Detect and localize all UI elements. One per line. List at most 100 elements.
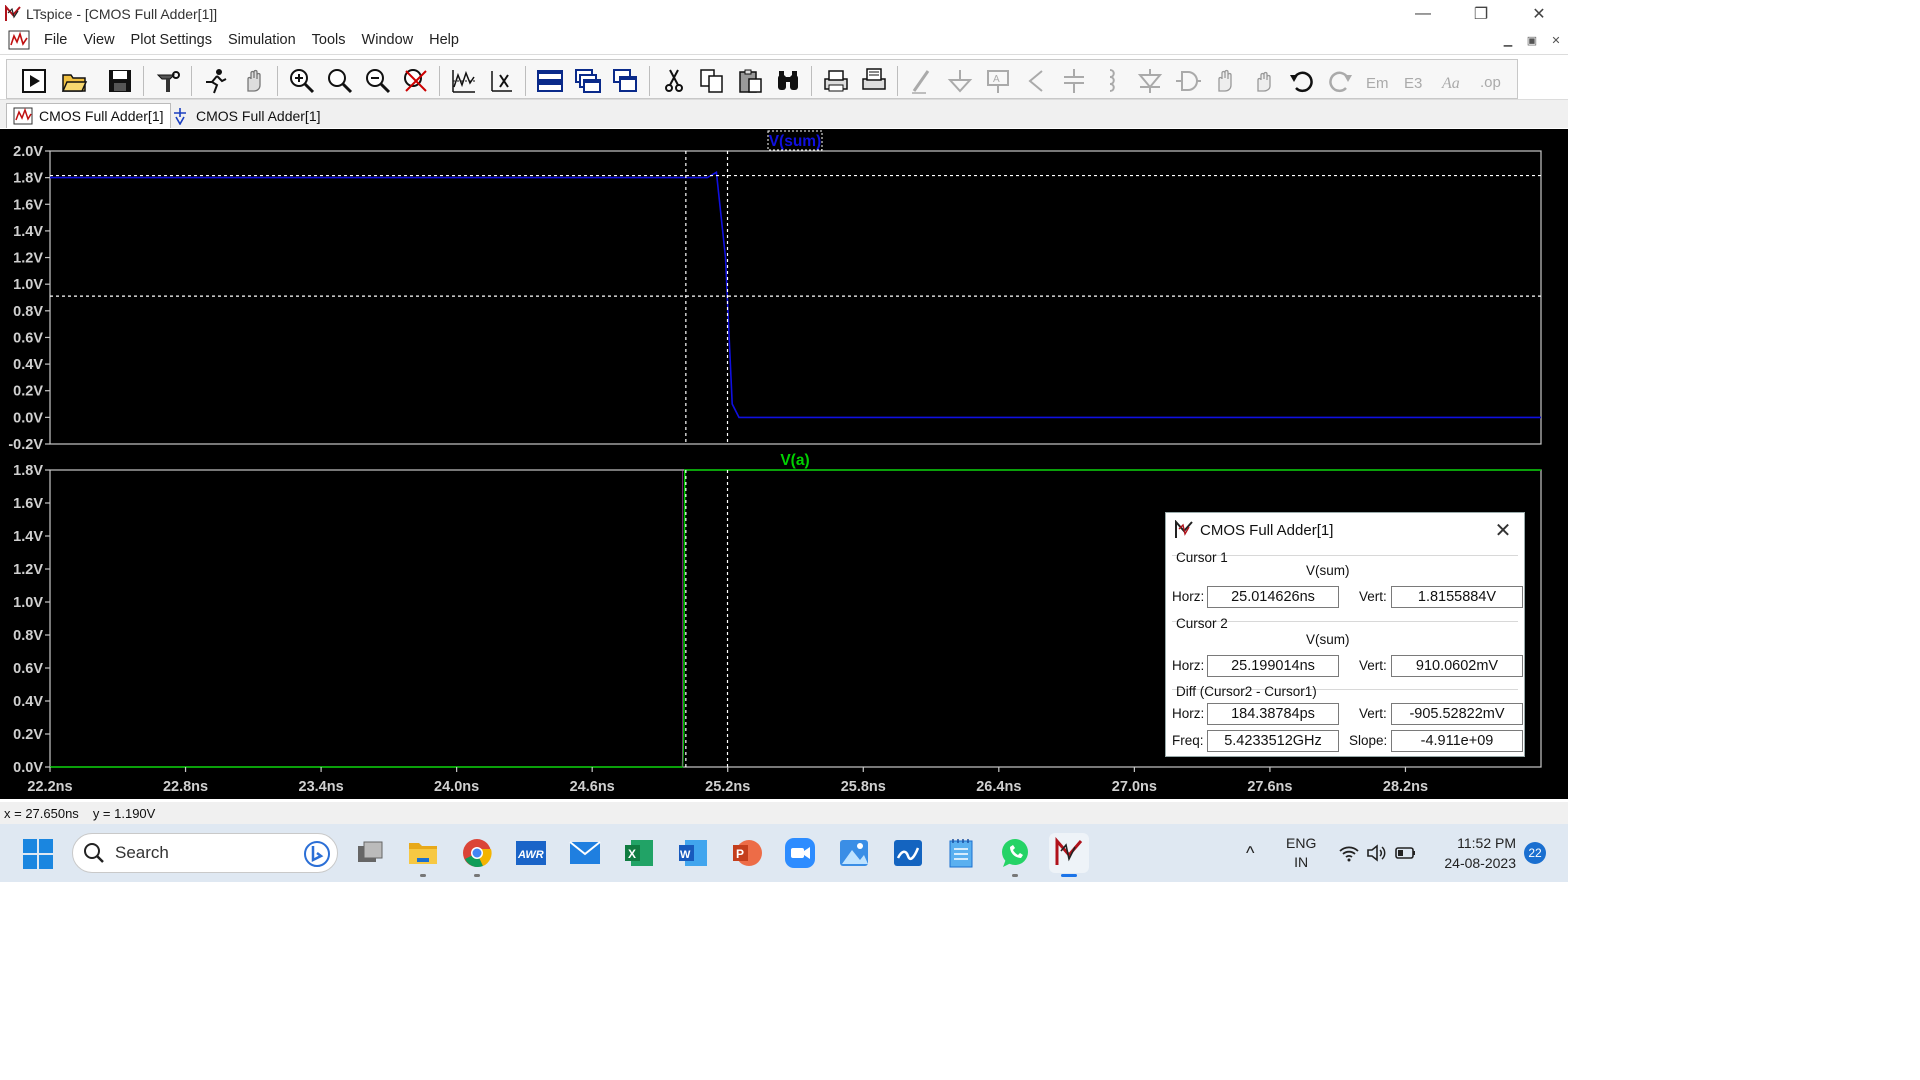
close-button[interactable]: ✕ [1510, 0, 1568, 28]
diff-vert-field[interactable]: -905.52822mV [1391, 703, 1523, 725]
dialog-close-button[interactable]: ✕ [1492, 519, 1514, 542]
copy-icon[interactable] [697, 66, 727, 96]
photos-icon[interactable] [834, 833, 874, 873]
bing-icon[interactable] [303, 840, 331, 868]
diff-horz-field[interactable]: 184.38784ps [1207, 703, 1339, 725]
file-explorer-icon[interactable] [403, 833, 443, 877]
windows-start-icon[interactable] [22, 838, 54, 870]
pan-icon[interactable] [239, 66, 269, 96]
move-icon[interactable] [1211, 66, 1241, 96]
task-view-icon[interactable] [350, 833, 390, 873]
cursor2-vert-label: Vert: [1359, 658, 1387, 673]
cursor-readout-dialog[interactable]: CMOS Full Adder[1] ✕ Cursor 1 V(sum) Hor… [1165, 512, 1525, 757]
diode-icon[interactable] [1135, 66, 1165, 96]
cascade-icon[interactable] [573, 66, 603, 96]
menu-tools[interactable]: Tools [304, 32, 354, 48]
mark-icon[interactable] [487, 66, 517, 96]
component-icon[interactable] [1173, 66, 1203, 96]
ltspice-logo-icon [5, 5, 21, 21]
print-preview-icon[interactable] [859, 66, 889, 96]
restore-button[interactable]: ❐ [1452, 0, 1510, 28]
save-icon[interactable] [105, 66, 135, 96]
svg-text:A: A [993, 74, 1000, 85]
cut-icon[interactable] [659, 66, 689, 96]
minimize-button[interactable]: — [1394, 0, 1452, 28]
run-icon[interactable] [19, 66, 49, 96]
halt-icon[interactable] [201, 66, 231, 96]
redo-icon[interactable] [1325, 66, 1355, 96]
tab-waveform[interactable]: CMOS Full Adder[1] [6, 103, 171, 128]
menu-file[interactable]: File [36, 32, 75, 48]
find-icon[interactable] [773, 66, 803, 96]
tab-schematic[interactable]: CMOS Full Adder[1] [164, 103, 327, 128]
menu-help[interactable]: Help [421, 32, 467, 48]
diff-header: Diff (Cursor2 - Cursor1) [1176, 684, 1317, 699]
cursor2-trace: V(sum) [1306, 632, 1350, 647]
cursor2-horz-field[interactable]: 25.199014ns [1207, 655, 1339, 677]
mdi-restore-button[interactable]: ▣ [1524, 32, 1540, 48]
tile-v-icon[interactable] [611, 66, 641, 96]
awr-icon[interactable]: AWR [511, 833, 551, 873]
capacitor-icon[interactable] [1059, 66, 1089, 96]
system-tray-icons[interactable] [1338, 824, 1418, 882]
mdi-minimize-button[interactable]: ▁ [1500, 32, 1516, 48]
cursor1-horz-field[interactable]: 25.014626ns [1207, 586, 1339, 608]
ground-icon[interactable] [945, 66, 975, 96]
freq-field[interactable]: 5.4233512GHz [1207, 730, 1339, 752]
status-x-readout: x = 27.650ns [4, 805, 79, 821]
language-indicator[interactable]: ENG IN [1286, 824, 1316, 882]
autorange-icon[interactable] [449, 66, 479, 96]
cursor1-vert-field[interactable]: 1.8155884V [1391, 586, 1523, 608]
y-tick-label: 0.0V [13, 410, 43, 426]
menu-view[interactable]: View [75, 32, 122, 48]
notepad-icon[interactable] [941, 833, 981, 873]
taskbar-search-box[interactable]: Search [72, 833, 338, 873]
menu-simulation[interactable]: Simulation [220, 32, 304, 48]
tile-h-icon[interactable] [535, 66, 565, 96]
mail-icon[interactable] [565, 833, 605, 873]
window-controls: — ❐ ✕ [1394, 0, 1568, 28]
zoom-out-icon[interactable] [363, 66, 393, 96]
x-tick-label: 25.8ns [841, 779, 886, 795]
open-icon[interactable] [59, 66, 89, 96]
resistor-icon[interactable] [1021, 66, 1051, 96]
text-icon[interactable]: Aa [1439, 66, 1469, 96]
label-icon[interactable]: A [983, 66, 1013, 96]
drag-icon[interactable] [1249, 66, 1279, 96]
print-icon[interactable] [821, 66, 851, 96]
cursor2-vert-field[interactable]: 910.0602mV [1391, 655, 1523, 677]
inductor-icon[interactable] [1097, 66, 1127, 96]
y-tick-label: 0.4V [13, 694, 43, 710]
control-panel-icon[interactable] [153, 66, 183, 96]
excel-icon[interactable]: X [619, 833, 659, 873]
powerpoint-icon[interactable]: P [727, 833, 767, 873]
y-tick-label: 1.6V [13, 197, 43, 213]
zoom-area-icon[interactable] [325, 66, 355, 96]
menu-plot-settings[interactable]: Plot Settings [123, 32, 220, 48]
undo-icon[interactable] [1287, 66, 1317, 96]
zoom-icon[interactable] [780, 833, 820, 873]
word-icon[interactable]: W [673, 833, 713, 873]
paste-icon[interactable] [735, 66, 765, 96]
slope-field[interactable]: -4.911e+09 [1391, 730, 1523, 752]
menu-window[interactable]: Window [354, 32, 422, 48]
taskbar-clock[interactable]: 11:52 PM 24-08-2023 [1444, 833, 1516, 873]
wire-icon[interactable] [907, 66, 937, 96]
chrome-icon[interactable] [457, 833, 497, 877]
trace-line [50, 170, 1541, 419]
rotate-icon[interactable]: Em [1363, 66, 1393, 96]
whiteboard-icon[interactable] [888, 833, 928, 873]
whatsapp-icon[interactable] [995, 833, 1035, 877]
mdi-close-button[interactable]: ✕ [1548, 32, 1564, 48]
tray-overflow-button[interactable]: ^ [1246, 824, 1254, 882]
y-tick-label: 1.0V [13, 595, 43, 611]
y-tick-label: 0.6V [13, 661, 43, 677]
notification-badge[interactable]: 22 [1524, 842, 1546, 864]
tab-schematic-label: CMOS Full Adder[1] [196, 107, 321, 124]
ltspice-icon[interactable] [1049, 833, 1089, 877]
dialog-title-bar[interactable]: CMOS Full Adder[1] [1166, 513, 1524, 547]
spice-directive-icon[interactable]: .op [1477, 66, 1507, 96]
zoom-fit-icon[interactable] [401, 66, 431, 96]
zoom-in-icon[interactable] [287, 66, 317, 96]
mirror-icon[interactable]: E3 [1401, 66, 1431, 96]
